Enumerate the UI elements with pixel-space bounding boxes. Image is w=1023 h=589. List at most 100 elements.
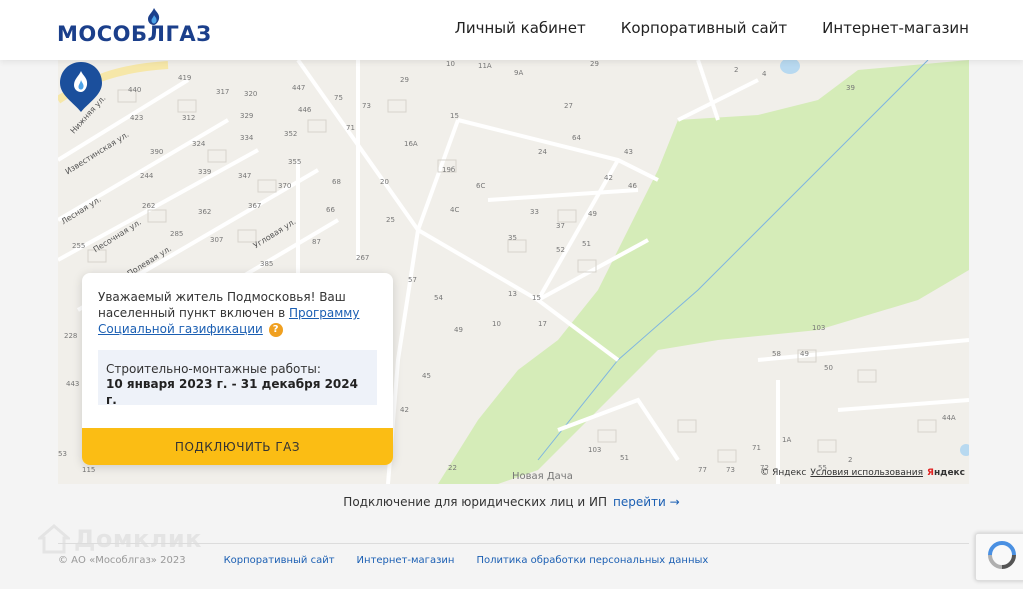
- help-icon[interactable]: ?: [268, 322, 283, 337]
- house-number: 355: [288, 158, 302, 166]
- yandex-logo[interactable]: Яндекс: [927, 468, 965, 478]
- house-number: 2: [848, 456, 853, 464]
- house-number: 66: [326, 206, 335, 214]
- footer-divider: [58, 543, 969, 544]
- house-number: 64: [572, 134, 581, 142]
- footer-corporate-link[interactable]: Корпоративный сайт: [224, 555, 335, 566]
- house-number: 9А: [514, 69, 524, 77]
- house-number: 87: [312, 238, 321, 246]
- house-number: 312: [182, 114, 196, 122]
- house-number: 1А: [782, 436, 792, 444]
- house-number: 43: [624, 148, 633, 156]
- house-number: 447: [292, 84, 306, 92]
- recaptcha-badge[interactable]: [975, 533, 1023, 581]
- dates-value: 10 января 2023 г. - 31 декабря 2024 г.: [106, 377, 358, 407]
- house-number: 75: [334, 94, 343, 102]
- legal-entities-link[interactable]: перейти →: [613, 495, 680, 509]
- house-number: 54: [434, 294, 443, 302]
- footer-store-link[interactable]: Интернет-магазин: [357, 555, 455, 566]
- house-number: 329: [240, 112, 254, 120]
- house-number: 68: [332, 178, 341, 186]
- nav-personal-account[interactable]: Личный кабинет: [455, 19, 586, 37]
- house-number: 37: [556, 222, 565, 230]
- house-number: 362: [198, 208, 212, 216]
- house-number: 103: [588, 446, 602, 454]
- house-number: 49: [454, 326, 463, 334]
- house-number: 58: [772, 350, 781, 358]
- main-nav: Личный кабинет Корпоративный сайт Интерн…: [455, 19, 969, 37]
- nav-online-store[interactable]: Интернет-магазин: [822, 19, 969, 37]
- legal-entities-text: Подключение для юридических лиц и ИП: [343, 495, 608, 509]
- site-footer: © АО «Мособлгаз» 2023 Корпоративный сайт…: [58, 555, 708, 566]
- house-icon: [38, 524, 70, 554]
- house-number: 44А: [942, 414, 956, 422]
- house-number: 370: [278, 182, 292, 190]
- place-label: Новая Дача: [512, 471, 573, 482]
- house-number: 52: [556, 246, 565, 254]
- site-header: МОСОБЛГАЗ Личный кабинет Корпоративный с…: [0, 0, 1023, 60]
- house-number: 103: [812, 324, 826, 332]
- house-number: 45: [422, 372, 431, 380]
- house-number: 49: [588, 210, 597, 218]
- house-number: 115: [82, 466, 96, 474]
- house-number: 244: [140, 172, 154, 180]
- house-number: 51: [620, 454, 629, 462]
- footer-privacy-link[interactable]: Политика обработки персональных данных: [476, 555, 708, 566]
- house-number: 228: [64, 332, 78, 340]
- construction-dates-box: Строительно-монтажные работы: 10 января …: [98, 350, 377, 407]
- house-number: 22: [448, 464, 457, 472]
- house-number: 390: [150, 148, 164, 156]
- house-number: 320: [244, 90, 258, 98]
- house-number: 13: [508, 290, 517, 298]
- house-number: 46: [628, 182, 637, 190]
- house-number: 423: [130, 114, 144, 122]
- house-number: 19б: [442, 166, 456, 174]
- house-number: 255: [72, 242, 86, 250]
- house-number: 42: [604, 174, 613, 182]
- house-number: 6С: [476, 182, 486, 190]
- house-number: 11А: [478, 62, 492, 70]
- legal-entities-row: Подключение для юридических лиц и ИП пере…: [0, 495, 1023, 509]
- mosoblgaz-logo[interactable]: МОСОБЛГАЗ: [57, 8, 212, 48]
- house-number: 16А: [404, 140, 418, 148]
- house-number: 29: [590, 60, 599, 68]
- house-number: 33: [530, 208, 539, 216]
- house-number: 367: [248, 202, 262, 210]
- house-number: 4: [762, 70, 767, 78]
- house-number: 53: [58, 450, 67, 458]
- house-number: 334: [240, 134, 254, 142]
- house-number: 39: [846, 84, 855, 92]
- house-number: 317: [216, 88, 230, 96]
- logo-text: МОСОБЛГАЗ: [57, 22, 212, 46]
- house-number: 307: [210, 236, 224, 244]
- house-number: 71: [346, 124, 355, 132]
- map-terms-link[interactable]: Условия использования: [810, 468, 923, 478]
- house-number: 15: [450, 112, 459, 120]
- house-number: 446: [298, 106, 312, 114]
- house-number: 50: [824, 364, 833, 372]
- dates-label: Строительно-монтажные работы:: [106, 362, 321, 376]
- flame-icon: [148, 8, 160, 25]
- location-pin-icon[interactable]: [58, 60, 104, 114]
- footer-copyright: © АО «Мособлгаз» 2023: [58, 555, 186, 566]
- house-number: 419: [178, 74, 192, 82]
- watermark-text: Домклик: [74, 525, 202, 553]
- house-number: 443: [66, 380, 80, 388]
- domclick-watermark: Домклик: [38, 524, 202, 554]
- house-number: 27: [564, 102, 573, 110]
- house-number: 352: [284, 130, 298, 138]
- recaptcha-icon: [988, 541, 1016, 569]
- house-number: 71: [752, 444, 761, 452]
- house-number: 4С: [450, 206, 460, 214]
- house-number: 15: [532, 294, 541, 302]
- house-number: 73: [362, 102, 371, 110]
- connect-gas-button[interactable]: ПОДКЛЮЧИТЬ ГАЗ: [82, 428, 393, 465]
- house-number: 49: [800, 350, 809, 358]
- nav-corporate-site[interactable]: Корпоративный сайт: [621, 19, 787, 37]
- house-number: 10: [492, 320, 501, 328]
- map-copyright: © Яндекс: [760, 468, 807, 478]
- house-number: 25: [386, 216, 395, 224]
- house-number: 42: [400, 406, 409, 414]
- house-number: 324: [192, 140, 206, 148]
- house-number: 347: [238, 172, 252, 180]
